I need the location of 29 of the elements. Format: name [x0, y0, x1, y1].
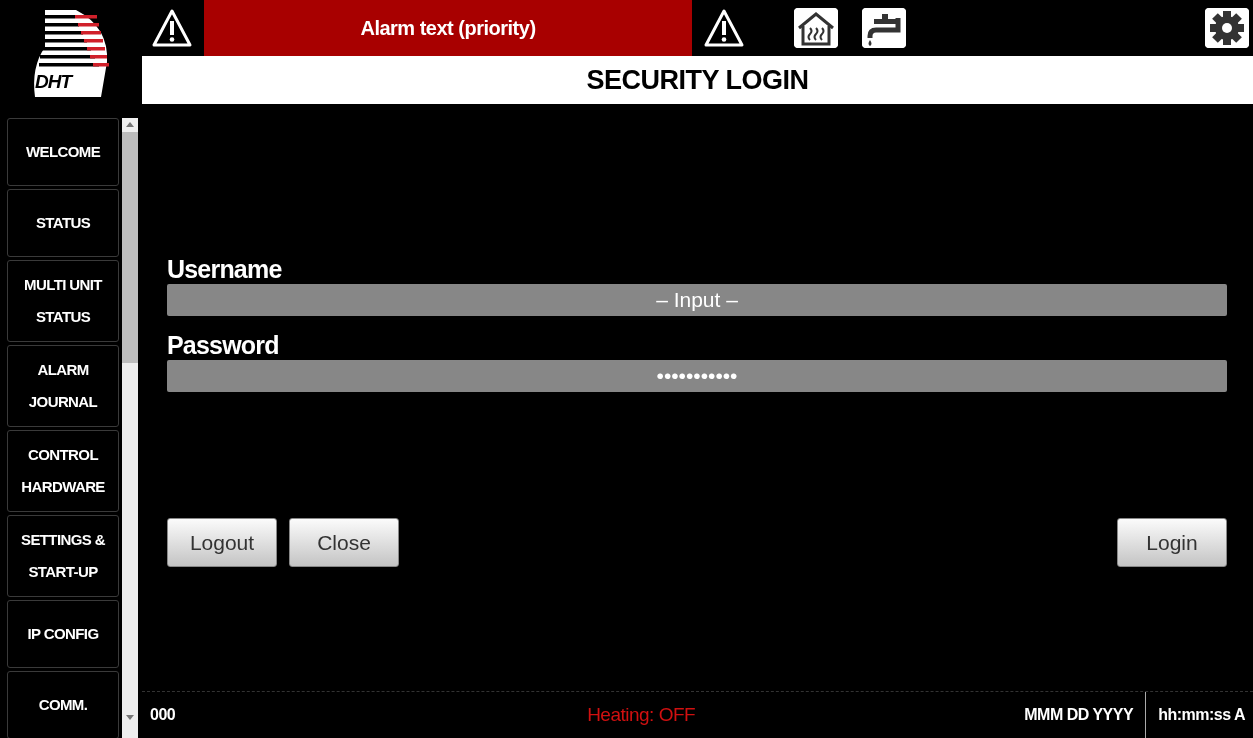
nav-button[interactable]: IP CONFIG [7, 600, 119, 668]
nav-button[interactable]: CONTROL HARDWARE [7, 430, 119, 512]
settings-icon[interactable] [1205, 8, 1249, 48]
warning-icon[interactable] [150, 8, 194, 48]
scrollbar[interactable] [122, 118, 138, 738]
nav-button[interactable]: SETTINGS & START-UP [7, 515, 119, 597]
action-button[interactable]: Login [1117, 518, 1227, 567]
date-display: MMM DD YYYY [1024, 706, 1135, 724]
action-button[interactable]: Logout [167, 518, 277, 567]
faucet-icon[interactable] [862, 8, 906, 48]
field-label: Username [167, 254, 283, 284]
nav-button[interactable]: COMM. [7, 671, 119, 738]
status-count: 000 [149, 706, 177, 724]
input-field[interactable]: ••••••••••• [167, 360, 1227, 392]
nav-button[interactable]: WELCOME [7, 118, 119, 186]
page-title: SECURITY LOGIN [142, 56, 1253, 104]
input-field[interactable]: – Input – [167, 284, 1227, 316]
scroll-up-icon[interactable] [126, 122, 134, 127]
time-display: hh:mm:ss A [1145, 692, 1253, 738]
heating-status: Heating: OFF [587, 704, 697, 726]
nav-button[interactable]: ALARM JOURNAL [7, 345, 119, 427]
action-button[interactable]: Close [289, 518, 399, 567]
field-label: Password [167, 330, 280, 360]
nav-button[interactable]: MULTI UNIT STATUS [7, 260, 119, 342]
warning-icon[interactable] [702, 8, 746, 48]
alarm-banner: Alarm text (priority) [204, 0, 692, 56]
scroll-down-icon[interactable] [126, 715, 134, 720]
house-heating-icon[interactable] [794, 8, 838, 48]
nav-button[interactable]: STATUS [7, 189, 119, 257]
